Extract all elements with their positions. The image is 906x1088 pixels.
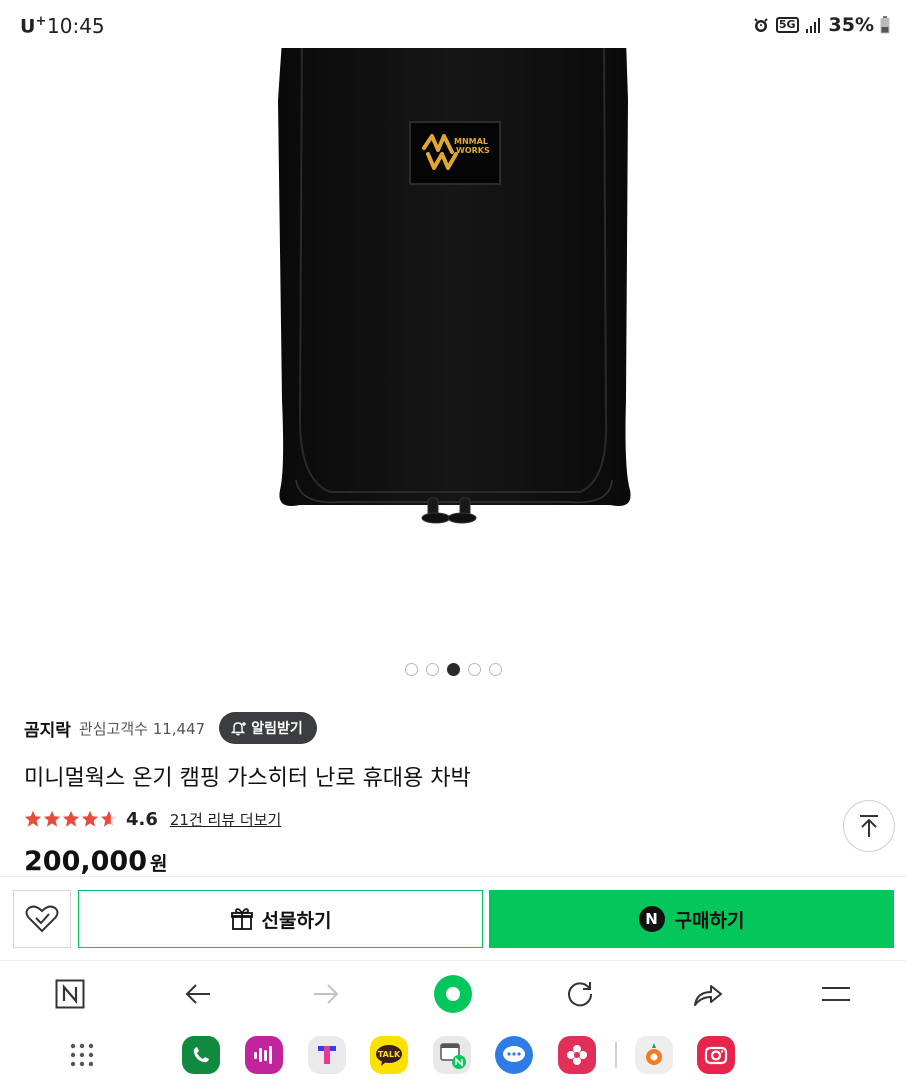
wishlist-button[interactable]	[13, 890, 71, 948]
buy-button-label: 구매하기	[674, 909, 745, 932]
refresh-button[interactable]	[560, 974, 600, 1014]
network-5g-icon: 5G	[775, 17, 799, 33]
brand-label-line1: MNMAL	[454, 137, 488, 146]
product-title: 미니멀웍스 온기 캠핑 가스히터 난로 휴대용 차박	[24, 766, 471, 791]
browser-window-icon	[440, 1043, 466, 1069]
talk-bubble-icon: TALK	[376, 1045, 402, 1066]
back-button[interactable]	[178, 974, 218, 1014]
rating-row: 4.6 21건 리뷰 더보기	[24, 806, 281, 832]
t-app-icon[interactable]	[308, 1036, 346, 1074]
browser-toolbar	[0, 960, 906, 1026]
purchase-bar: 선물하기 N 구매하기	[0, 876, 906, 960]
carousel-dot[interactable]	[467, 663, 481, 676]
heater-bag-photo: MNMAL WORKS	[278, 39, 631, 524]
forward-button[interactable]	[306, 974, 346, 1014]
green-dot-icon	[434, 975, 472, 1013]
alert-subscribe-button[interactable]: 알림받기	[219, 712, 317, 744]
carrot-icon	[646, 1043, 662, 1065]
menu-button[interactable]	[816, 974, 856, 1014]
store-row: 곰지락 관심고객수 11,447 알림받기	[24, 712, 317, 744]
product-image[interactable]: MNMAL WORKS	[0, 39, 906, 640]
gift-button-label: 선물하기	[261, 909, 332, 932]
review-more-link[interactable]: 21건 리뷰 더보기	[170, 809, 281, 830]
flower-icon	[567, 1045, 587, 1065]
hamburger-menu-icon	[822, 987, 850, 1001]
grid-dots-icon	[70, 1043, 94, 1067]
scroll-to-top-button[interactable]	[843, 800, 895, 852]
messages-app-icon[interactable]	[495, 1036, 533, 1074]
camera-app-icon[interactable]	[697, 1036, 735, 1074]
arrow-left-icon	[185, 984, 210, 1004]
carrier-label: U+	[20, 14, 47, 38]
star-icon	[100, 810, 118, 827]
arrow-right-icon	[314, 984, 339, 1004]
carousel-dot[interactable]	[446, 663, 460, 676]
carousel-indicator[interactable]	[0, 663, 906, 676]
battery-percent: 35%	[828, 14, 874, 36]
star-icon	[24, 810, 42, 827]
dock-separator	[615, 1042, 617, 1068]
star-icon	[43, 810, 61, 827]
green-home-button[interactable]	[433, 974, 473, 1014]
alert-button-label: 알림받기	[251, 721, 303, 737]
naver-n-icon	[55, 979, 85, 1009]
battery-icon	[880, 16, 890, 34]
carousel-dot[interactable]	[425, 663, 439, 676]
star-icon	[81, 810, 99, 827]
price-value: 200,000	[24, 846, 147, 877]
share-arrow-icon	[694, 985, 722, 1006]
carrot-app-icon[interactable]	[635, 1036, 673, 1074]
clock: 10:45	[47, 14, 105, 38]
arrow-up-to-top-icon	[860, 815, 878, 837]
interest-count: 관심고객수 11,447	[78, 719, 206, 738]
share-button[interactable]	[688, 974, 728, 1014]
carousel-dot[interactable]	[404, 663, 418, 676]
chat-dots-icon	[503, 1046, 525, 1062]
kakaotalk-app-icon[interactable]: TALK	[370, 1036, 408, 1074]
refresh-icon	[568, 982, 593, 1007]
bell-plus-icon	[231, 722, 247, 736]
heart-check-icon	[25, 905, 59, 933]
svg-text:TALK: TALK	[378, 1050, 401, 1059]
price-currency: 원	[149, 853, 168, 875]
buy-button[interactable]: N 구매하기	[489, 890, 894, 948]
app-drawer-button[interactable]	[63, 1036, 101, 1074]
app-dock: TALK	[0, 1026, 906, 1088]
rating-stars	[24, 810, 118, 828]
alarm-icon	[754, 18, 768, 32]
phone-app-icon[interactable]	[182, 1036, 220, 1074]
brand-label-line2: WORKS	[456, 146, 490, 155]
audio-bars-icon	[254, 1046, 272, 1064]
status-bar: U+ 10:45 5G 35%	[0, 0, 906, 48]
rating-value: 4.6	[126, 808, 158, 830]
signal-icon	[805, 18, 820, 33]
camera-icon	[704, 1046, 728, 1065]
gift-button[interactable]: 선물하기	[78, 890, 483, 948]
naver-pay-icon: N	[638, 906, 665, 932]
status-icons: 5G 35%	[752, 14, 890, 36]
naver-home-button[interactable]	[50, 974, 90, 1014]
gift-icon	[230, 908, 253, 930]
flower-app-icon[interactable]	[558, 1036, 596, 1074]
carousel-dot[interactable]	[488, 663, 502, 676]
phone-handset-icon	[193, 1047, 209, 1063]
naver-browser-app-icon[interactable]	[433, 1036, 471, 1074]
star-icon	[62, 810, 80, 827]
letter-t-icon	[318, 1046, 336, 1064]
price-row: 200,000 원	[24, 846, 167, 877]
store-name[interactable]: 곰지락	[24, 716, 71, 741]
podcast-app-icon[interactable]	[245, 1036, 283, 1074]
